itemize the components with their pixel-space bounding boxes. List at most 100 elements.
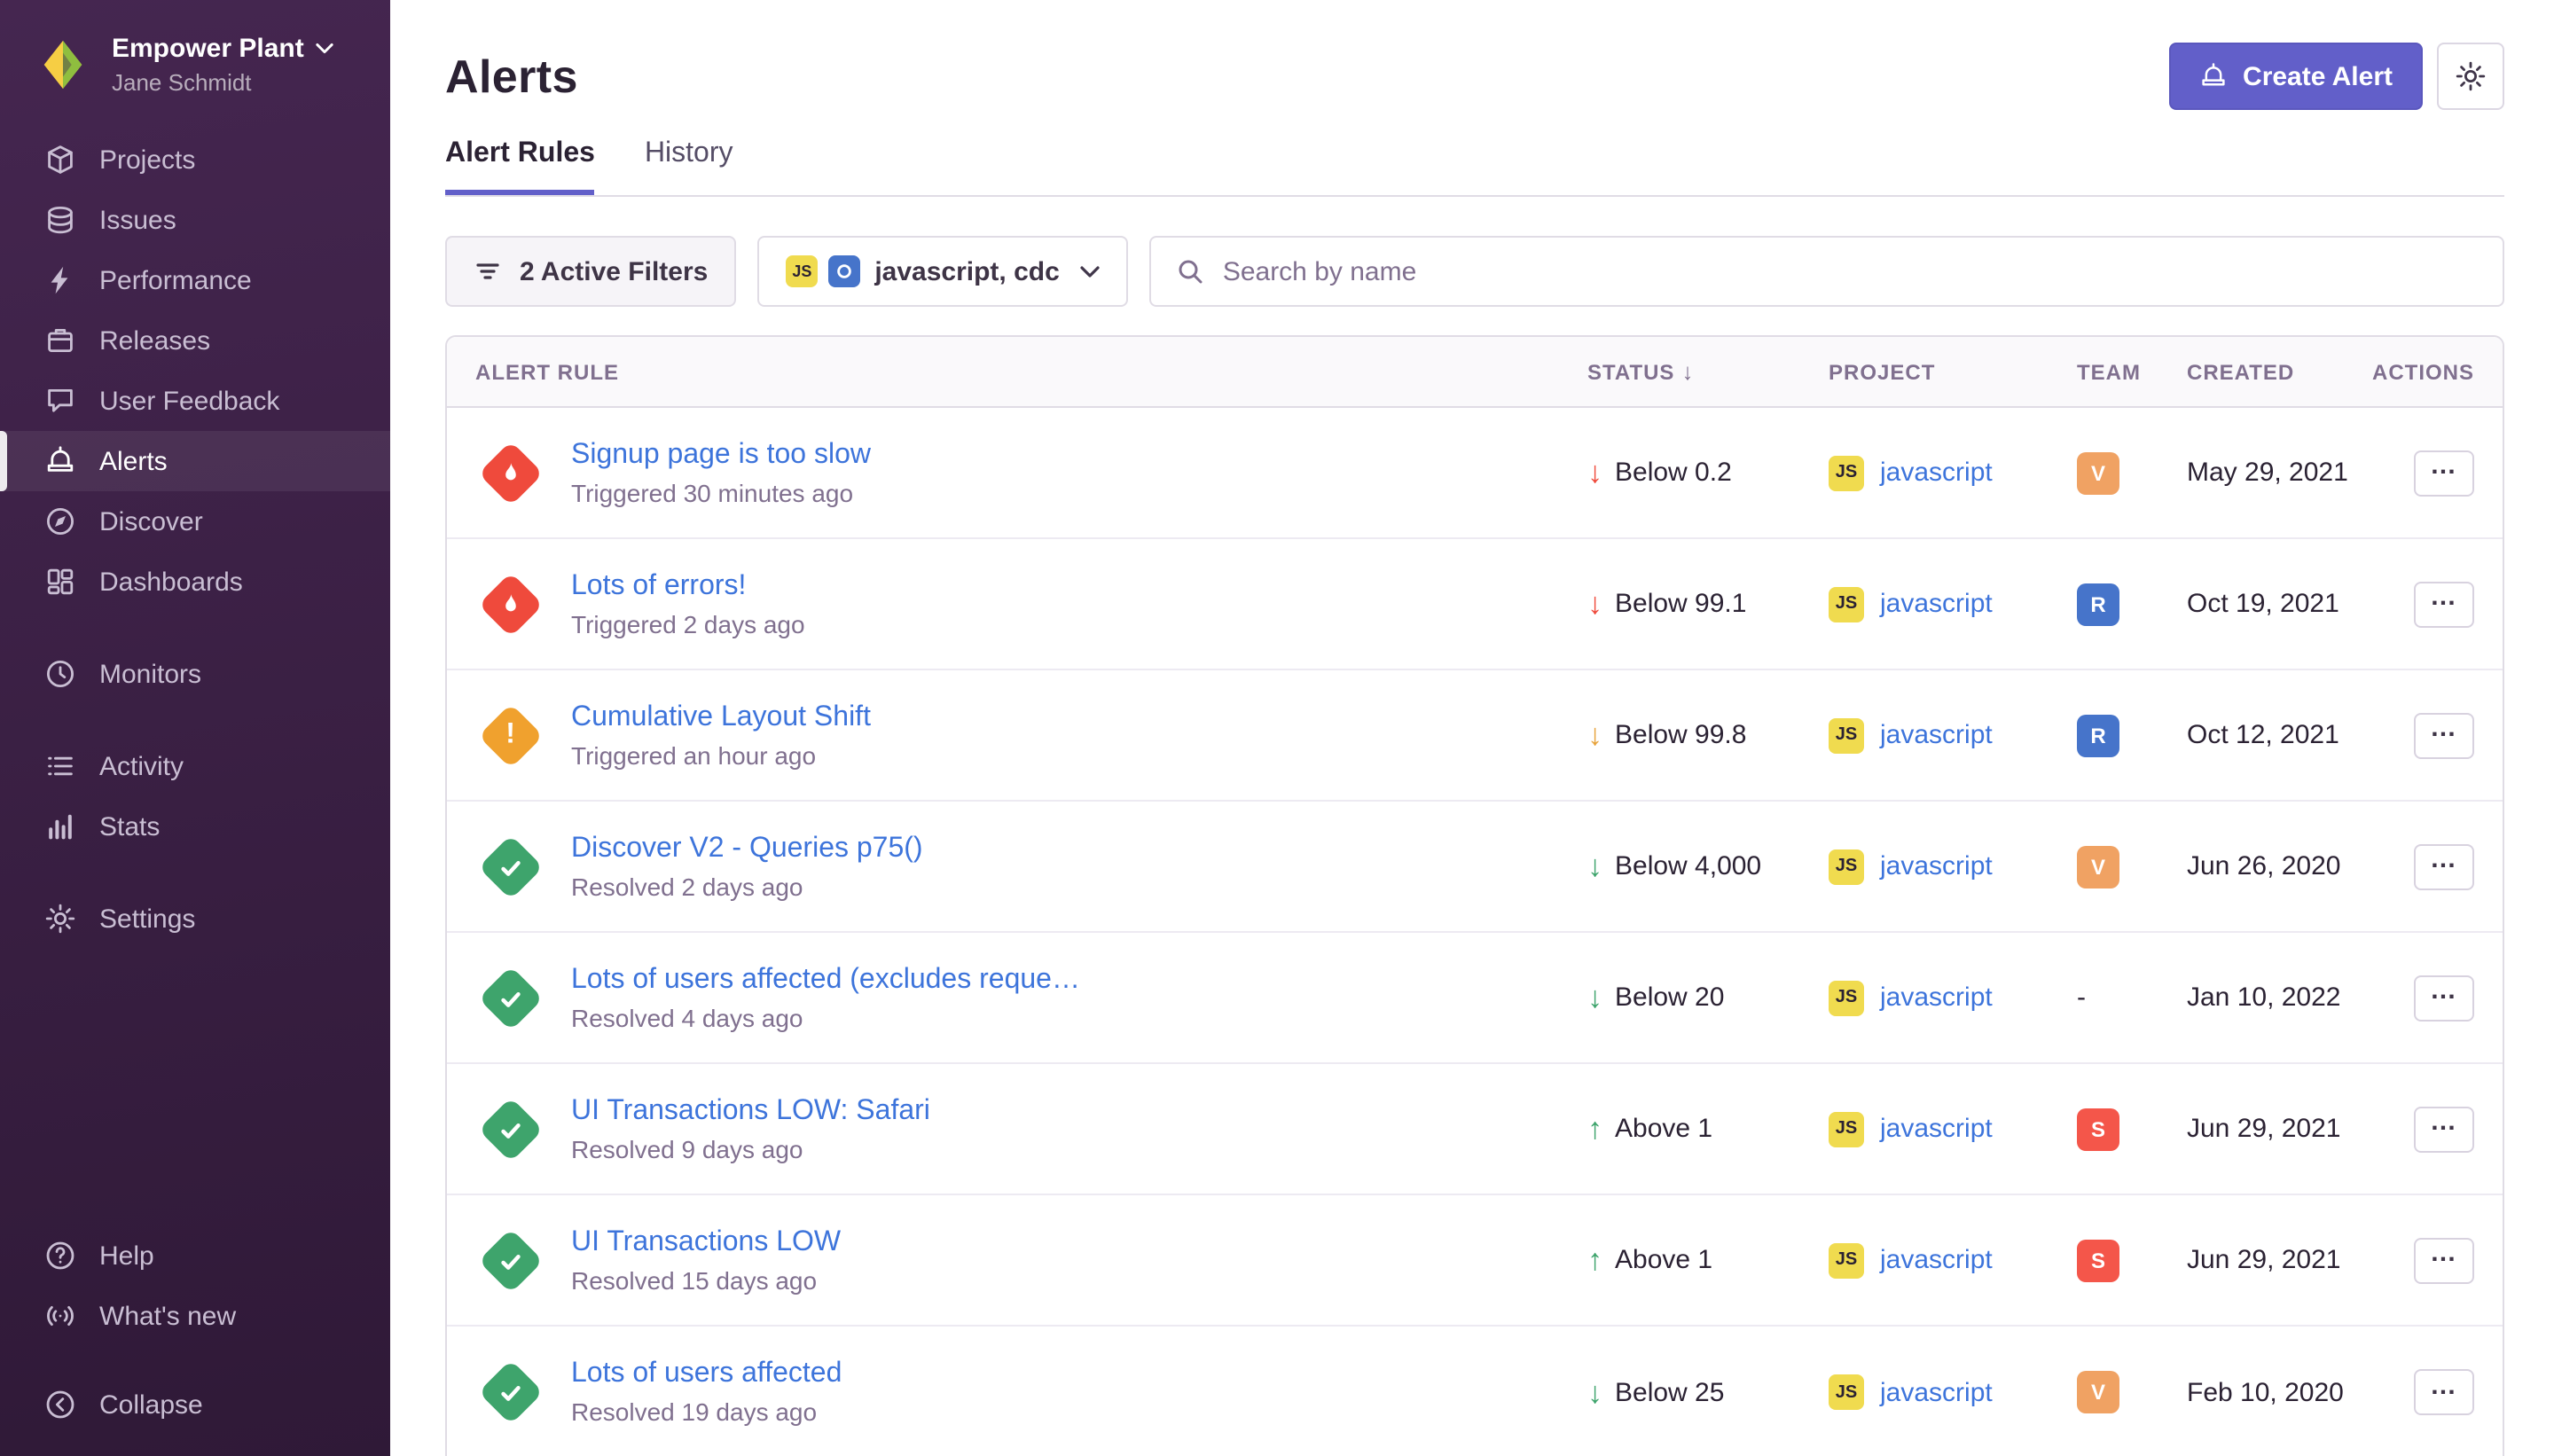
tab[interactable]: History: [645, 138, 733, 195]
sidebar-item[interactable]: Releases: [0, 310, 390, 371]
sidebar-footer-item[interactable]: What's new: [0, 1286, 390, 1346]
actions-cell: [2378, 1106, 2474, 1152]
page-header: Alerts Create Alert: [445, 43, 2504, 110]
actions-menu-button[interactable]: [2414, 1369, 2474, 1415]
alert-status-icon: [475, 843, 546, 889]
org-name: Empower Plant: [112, 34, 304, 64]
sidebar-item-label: Stats: [99, 811, 160, 842]
sidebar-item[interactable]: Settings: [0, 888, 390, 949]
alert-status-icon: [475, 581, 546, 627]
status-threshold: Below 25: [1615, 1377, 1724, 1407]
sidebar-item[interactable]: Discover: [0, 491, 390, 552]
project-filter-dropdown[interactable]: JS javascript, cdc: [757, 236, 1128, 307]
sidebar-footer-item[interactable]: Collapse: [0, 1374, 390, 1435]
sidebar-item-icon: [44, 264, 76, 296]
status-threshold: Below 4,000: [1615, 851, 1761, 881]
project-link[interactable]: javascript: [1880, 720, 1993, 750]
actions-menu-button[interactable]: [2414, 1106, 2474, 1152]
alert-rule-link[interactable]: Lots of users affected (excludes reque…: [571, 962, 1080, 998]
table-row: UI Transactions LOW: Safari Resolved 9 d…: [447, 1064, 2503, 1195]
sidebar-item[interactable]: Projects: [0, 129, 390, 190]
alert-rule-link[interactable]: UI Transactions LOW: [571, 1225, 841, 1260]
sidebar-item-icon: [44, 903, 76, 935]
trend-arrow-icon: [1587, 982, 1602, 1013]
search-input[interactable]: [1223, 256, 2478, 286]
alert-rule-link[interactable]: Cumulative Layout Shift: [571, 700, 871, 735]
sidebar-item-label: Discover: [99, 506, 203, 536]
check-icon: [497, 853, 524, 880]
sidebar-footer: Help What's new Collapse: [0, 1225, 390, 1435]
project-link[interactable]: javascript: [1880, 851, 1993, 881]
sidebar-item[interactable]: Alerts: [0, 431, 390, 491]
status-threshold: Below 20: [1615, 982, 1724, 1013]
project-link[interactable]: javascript: [1880, 458, 1993, 488]
active-filters-button[interactable]: 2 Active Filters: [445, 236, 736, 307]
alert-rule-link[interactable]: Lots of users affected: [571, 1357, 842, 1392]
trend-arrow-icon: [1587, 458, 1602, 488]
javascript-platform-icon: JS: [1829, 849, 1864, 884]
cdc-platform-icon: [828, 255, 860, 287]
alert-rule-link[interactable]: UI Transactions LOW: Safari: [571, 1093, 930, 1129]
actions-menu-button[interactable]: [2414, 1237, 2474, 1283]
trend-arrow-icon: [1587, 1114, 1602, 1144]
sidebar-item[interactable]: Activity: [0, 736, 390, 796]
sidebar-item[interactable]: Monitors: [0, 644, 390, 704]
sidebar-item[interactable]: Performance: [0, 250, 390, 310]
project-cell: JS javascript: [1829, 849, 2077, 884]
actions-cell: [2378, 1237, 2474, 1283]
table-row: Signup page is too slow Triggered 30 min…: [447, 408, 2503, 539]
check-icon: [497, 1247, 524, 1273]
sidebar-footer-icon: [44, 1300, 76, 1332]
javascript-platform-icon: JS: [1829, 980, 1864, 1015]
alert-status-icon: [475, 712, 546, 758]
actions-menu-button[interactable]: [2414, 843, 2474, 889]
alert-rule-link[interactable]: Signup page is too slow: [571, 437, 871, 473]
sidebar-item-label: Monitors: [99, 659, 201, 689]
alert-rule-link[interactable]: Discover V2 - Queries p75(): [571, 831, 923, 866]
tab[interactable]: Alert Rules: [445, 138, 595, 195]
project-cell: JS javascript: [1829, 586, 2077, 622]
javascript-platform-icon: JS: [1829, 586, 1864, 622]
trend-arrow-icon: [1587, 851, 1602, 881]
team-avatar: V: [2077, 451, 2119, 494]
project-filter-value: javascript, cdc: [874, 256, 1059, 286]
fire-icon: [498, 591, 523, 616]
sidebar-item[interactable]: Dashboards: [0, 552, 390, 612]
column-header-status[interactable]: STATUS: [1587, 358, 1829, 385]
sidebar-footer-label: Help: [99, 1241, 154, 1271]
table-header: ALERT RULE STATUS PROJECT TEAM CREATED A…: [447, 337, 2503, 408]
tab-bar: Alert Rules History: [445, 138, 2504, 197]
project-link[interactable]: javascript: [1880, 982, 1993, 1013]
sidebar-item[interactable]: User Feedback: [0, 371, 390, 431]
project-cell: JS javascript: [1829, 980, 2077, 1015]
status-cell: Below 25: [1587, 1377, 1829, 1407]
alerts-settings-button[interactable]: [2437, 43, 2504, 110]
sidebar-item[interactable]: Stats: [0, 796, 390, 857]
actions-menu-button[interactable]: [2414, 975, 2474, 1021]
org-logo-icon: [35, 37, 90, 92]
alert-rule-cell: Lots of users affected Resolved 19 days …: [475, 1357, 1587, 1428]
org-switcher[interactable]: Empower Plant Jane Schmidt: [0, 0, 390, 119]
column-header-actions: ACTIONS: [2372, 359, 2474, 384]
created-date: Jun 29, 2021: [2187, 1245, 2378, 1275]
project-link[interactable]: javascript: [1880, 1377, 1993, 1407]
actions-menu-button[interactable]: [2414, 450, 2474, 496]
sidebar-item[interactable]: Issues: [0, 190, 390, 250]
alert-rule-subtitle: Resolved 4 days ago: [571, 1003, 1080, 1033]
column-header-project: PROJECT: [1829, 359, 2077, 384]
javascript-platform-icon: JS: [1829, 717, 1864, 753]
team-cell: S: [2077, 1239, 2187, 1281]
actions-menu-button[interactable]: [2414, 581, 2474, 627]
project-link[interactable]: javascript: [1880, 1114, 1993, 1144]
create-alert-button[interactable]: Create Alert: [2168, 43, 2423, 110]
javascript-platform-icon: JS: [1829, 1242, 1864, 1278]
sidebar-footer-item[interactable]: Help: [0, 1225, 390, 1286]
filter-bar: 2 Active Filters JS javascript, cdc: [445, 236, 2504, 307]
alert-rule-link[interactable]: Lots of errors!: [571, 568, 805, 604]
sidebar-item-icon: [44, 385, 76, 417]
actions-menu-button[interactable]: [2414, 712, 2474, 758]
project-link[interactable]: javascript: [1880, 589, 1993, 619]
project-link[interactable]: javascript: [1880, 1245, 1993, 1275]
project-cell: JS javascript: [1829, 1111, 2077, 1147]
sidebar-item-label: Issues: [99, 205, 176, 235]
